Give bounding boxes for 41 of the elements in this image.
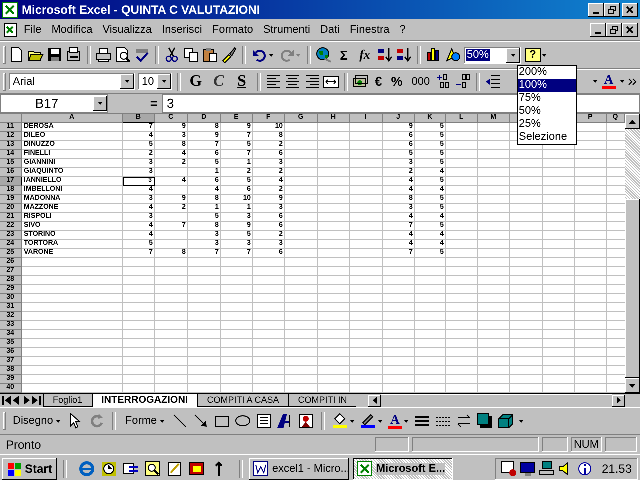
autosum-button[interactable]: Σ (335, 48, 353, 62)
underline-button[interactable]: S (232, 72, 252, 90)
start-button[interactable]: Start (2, 458, 58, 480)
equals-sign[interactable]: = (108, 94, 162, 113)
clock: 21.53 (600, 462, 632, 476)
zoom-option[interactable]: Selezione (518, 131, 576, 144)
function-button[interactable]: fx (356, 47, 374, 63)
font-color-button[interactable]: A (601, 74, 617, 89)
name-box[interactable]: B17 (0, 94, 108, 113)
sheet-tab[interactable]: COMPITI A CASA (197, 394, 288, 407)
sheet-tab[interactable]: INTERROGAZIONI (92, 394, 198, 407)
zoom-option[interactable]: 200% (518, 66, 576, 79)
sheet-tab[interactable]: COMPITI IN (288, 394, 356, 407)
menu-item[interactable]: File (20, 24, 46, 36)
percent-button[interactable]: % (388, 74, 406, 89)
euro-button[interactable]: € (372, 74, 386, 89)
status-indicator: NUM (570, 437, 602, 452)
menu-item[interactable]: Inserisci (158, 24, 206, 36)
menu-item[interactable]: Dati (316, 24, 344, 36)
font-size-combo[interactable]: 10 (138, 73, 172, 90)
taskbar-button[interactable]: Microsoft E... (353, 458, 454, 480)
menu-item[interactable]: Strumenti (259, 24, 314, 36)
zoom-option[interactable]: 100% (518, 79, 576, 92)
menu-item[interactable]: Visualizza (98, 24, 156, 36)
thousands-button[interactable]: 000 (408, 76, 434, 88)
menu-item[interactable]: Formato (208, 24, 258, 36)
font-name-combo[interactable]: Arial (9, 73, 135, 90)
font-color-button[interactable]: A (388, 414, 410, 428)
menu-item[interactable]: Modifica (48, 24, 97, 36)
window-title: Microsoft Excel - QUINTA C VALUTAZIONI (22, 2, 262, 16)
bold-button[interactable]: G (186, 72, 206, 90)
status-message: Pronto (5, 438, 42, 452)
zoom-option[interactable]: 75% (518, 92, 576, 105)
zoom-option[interactable]: 25% (518, 118, 576, 131)
zoom-combo[interactable]: 50% (464, 46, 521, 64)
draw-menu-button[interactable]: Disegno (11, 415, 64, 427)
shapes-menu-button[interactable]: Forme (123, 415, 168, 427)
menu-item[interactable]: Finestra (346, 24, 394, 36)
menu-item[interactable]: ? (396, 24, 410, 36)
sheet-tab[interactable]: Foglio1 (43, 394, 92, 407)
italic-button[interactable]: C (209, 72, 229, 90)
